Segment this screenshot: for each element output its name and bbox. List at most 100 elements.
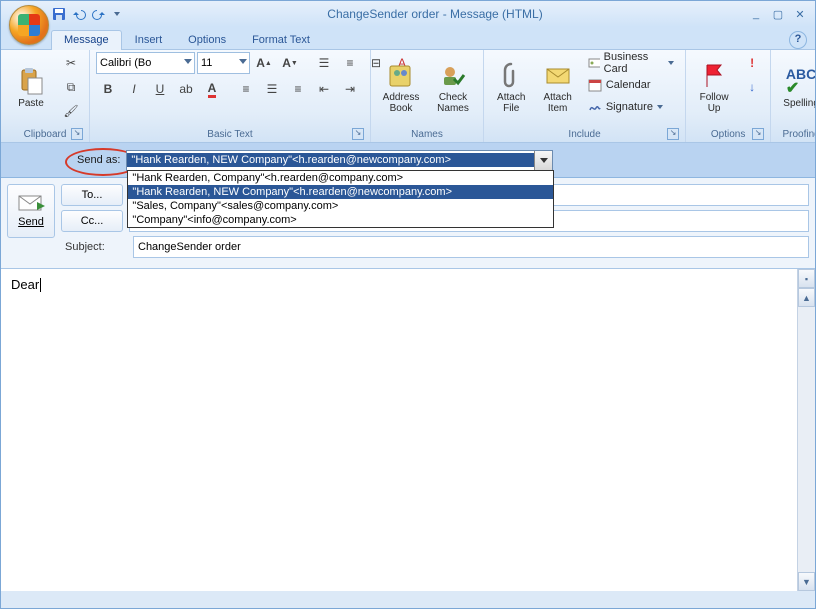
ribbon-tabs: Message Insert Options Format Text ? — [1, 27, 815, 50]
italic-icon[interactable]: I — [122, 78, 146, 100]
decrease-indent-icon[interactable]: ⇤ — [312, 78, 336, 100]
group-label-include: Include↘ — [490, 128, 679, 142]
signature-menu[interactable]: Signature — [583, 96, 679, 118]
minimize-button[interactable]: _ — [747, 7, 765, 21]
send-as-option[interactable]: "Sales, Company"<sales@company.com> — [128, 199, 553, 213]
message-body[interactable]: Dear — [1, 269, 815, 300]
format-painter-icon[interactable]: 🖌 — [59, 100, 83, 122]
numbering-icon[interactable]: ≡ — [338, 52, 362, 74]
send-button[interactable]: Send — [7, 184, 55, 238]
tab-insert[interactable]: Insert — [122, 30, 176, 50]
tab-message[interactable]: Message — [51, 30, 122, 50]
close-button[interactable]: ✕ — [791, 7, 809, 21]
highlight-icon[interactable]: ab — [174, 78, 198, 100]
underline-icon[interactable]: U — [148, 78, 172, 100]
calendar-menu[interactable]: Calendar — [583, 74, 679, 96]
subject-label: Subject: — [61, 241, 127, 253]
business-card-menu[interactable]: Business Card — [583, 52, 679, 74]
chevron-down-icon — [540, 158, 548, 163]
font-size-combo[interactable]: 11 — [197, 52, 250, 74]
address-book-label: AddressBook — [383, 92, 420, 114]
quick-access-toolbar — [51, 5, 123, 23]
group-clipboard: Paste ✂ ⧉ 🖌 Clipboard↘ — [1, 50, 90, 142]
low-importance-icon[interactable]: ↓ — [740, 76, 764, 98]
copy-icon[interactable]: ⧉ — [59, 76, 83, 98]
qat-dropdown-icon[interactable] — [111, 5, 123, 23]
paste-button[interactable]: Paste — [7, 52, 55, 122]
redo-icon[interactable] — [91, 6, 107, 22]
maximize-button[interactable]: ▢ — [769, 7, 787, 21]
send-as-dropdown-list: "Hank Rearden, Company"<h.rearden@compan… — [127, 170, 554, 228]
bullets-icon[interactable]: ☰ — [312, 52, 336, 74]
check-names-label: CheckNames — [437, 92, 469, 114]
send-label: Send — [18, 216, 44, 228]
group-label-proofing: Proofing — [777, 128, 816, 142]
align-center-icon[interactable]: ☰ — [260, 78, 284, 100]
attach-file-label: AttachFile — [497, 92, 525, 114]
options-dialog-launcher[interactable]: ↘ — [752, 128, 764, 140]
address-book-icon — [387, 62, 415, 90]
group-label-clipboard: Clipboard↘ — [7, 128, 83, 142]
scroll-track[interactable] — [798, 303, 815, 574]
font-name-combo[interactable]: Calibri (Bo — [96, 52, 195, 74]
align-left-icon[interactable]: ≡ — [234, 78, 258, 100]
group-basic-text: Calibri (Bo 11 A▲ A▼ ☰ ≡ ⊟ A B I U ab A — [90, 50, 371, 142]
spelling-button[interactable]: ABC✔ Spelling — [777, 52, 816, 122]
high-importance-icon[interactable]: ! — [740, 52, 764, 74]
include-dialog-launcher[interactable]: ↘ — [667, 128, 679, 140]
window-title: ChangeSender order - Message (HTML) — [123, 7, 747, 21]
business-card-icon — [588, 56, 600, 70]
office-button[interactable] — [9, 5, 49, 45]
group-label-basic-text: Basic Text↘ — [96, 128, 364, 142]
scroll-options-icon[interactable]: ▪ — [798, 269, 815, 288]
increase-indent-icon[interactable]: ⇥ — [338, 78, 362, 100]
bold-icon[interactable]: B — [96, 78, 120, 100]
send-as-combo[interactable]: "Hank Rearden, NEW Company"<h.rearden@ne… — [126, 150, 553, 171]
address-book-button[interactable]: AddressBook — [377, 52, 425, 122]
subject-field[interactable] — [133, 236, 809, 258]
check-names-button[interactable]: CheckNames — [429, 52, 477, 122]
attach-item-label: AttachItem — [543, 92, 571, 114]
send-as-dropdown-button[interactable] — [534, 151, 552, 170]
send-icon — [17, 194, 45, 214]
send-as-option[interactable]: "Hank Rearden, Company"<h.rearden@compan… — [128, 171, 553, 185]
signature-icon — [588, 100, 602, 114]
text-cursor — [40, 278, 41, 292]
tab-options[interactable]: Options — [175, 30, 239, 50]
spelling-label: Spelling — [783, 98, 816, 109]
save-icon[interactable] — [51, 6, 67, 22]
cc-button[interactable]: Cc... — [61, 210, 123, 232]
tab-format-text[interactable]: Format Text — [239, 30, 323, 50]
shrink-font-icon[interactable]: A▼ — [278, 52, 302, 74]
paste-icon — [17, 68, 45, 96]
send-as-option[interactable]: "Company"<info@company.com> — [128, 213, 553, 227]
cut-icon[interactable]: ✂ — [59, 52, 83, 74]
group-label-names: Names — [377, 128, 477, 142]
follow-up-button[interactable]: FollowUp — [692, 52, 736, 122]
send-as-option[interactable]: "Hank Rearden, NEW Company"<h.rearden@ne… — [128, 185, 553, 199]
align-right-icon[interactable]: ≡ — [286, 78, 310, 100]
vertical-scrollbar[interactable]: ▪ ▲ ▼ — [797, 269, 815, 591]
undo-icon[interactable] — [71, 6, 87, 22]
clipboard-dialog-launcher[interactable]: ↘ — [71, 128, 83, 140]
title-bar: ChangeSender order - Message (HTML) _ ▢ … — [1, 1, 815, 27]
follow-up-label: FollowUp — [700, 92, 729, 114]
group-options: FollowUp ! ↓ Options↘ — [686, 50, 771, 142]
attach-item-button[interactable]: AttachItem — [536, 52, 578, 122]
group-include: AttachFile AttachItem Business Card Cale… — [484, 50, 686, 142]
basic-text-dialog-launcher[interactable]: ↘ — [352, 128, 364, 140]
grow-font-icon[interactable]: A▲ — [252, 52, 276, 74]
attach-file-button[interactable]: AttachFile — [490, 52, 532, 122]
font-color-icon[interactable]: A — [200, 78, 224, 100]
help-icon[interactable]: ? — [789, 31, 807, 49]
to-button[interactable]: To... — [61, 184, 123, 206]
attach-file-icon — [497, 62, 525, 90]
send-as-label: Send as: — [77, 154, 120, 166]
scroll-down-icon[interactable]: ▼ — [798, 572, 815, 591]
office-logo-icon — [18, 14, 40, 36]
follow-up-flag-icon — [700, 62, 728, 90]
calendar-icon — [588, 78, 602, 92]
window-controls: _ ▢ ✕ — [747, 7, 809, 21]
send-as-bar: Send as: "Hank Rearden, NEW Company"<h.r… — [1, 143, 815, 178]
group-proofing: ABC✔ Spelling Proofing — [771, 50, 816, 142]
